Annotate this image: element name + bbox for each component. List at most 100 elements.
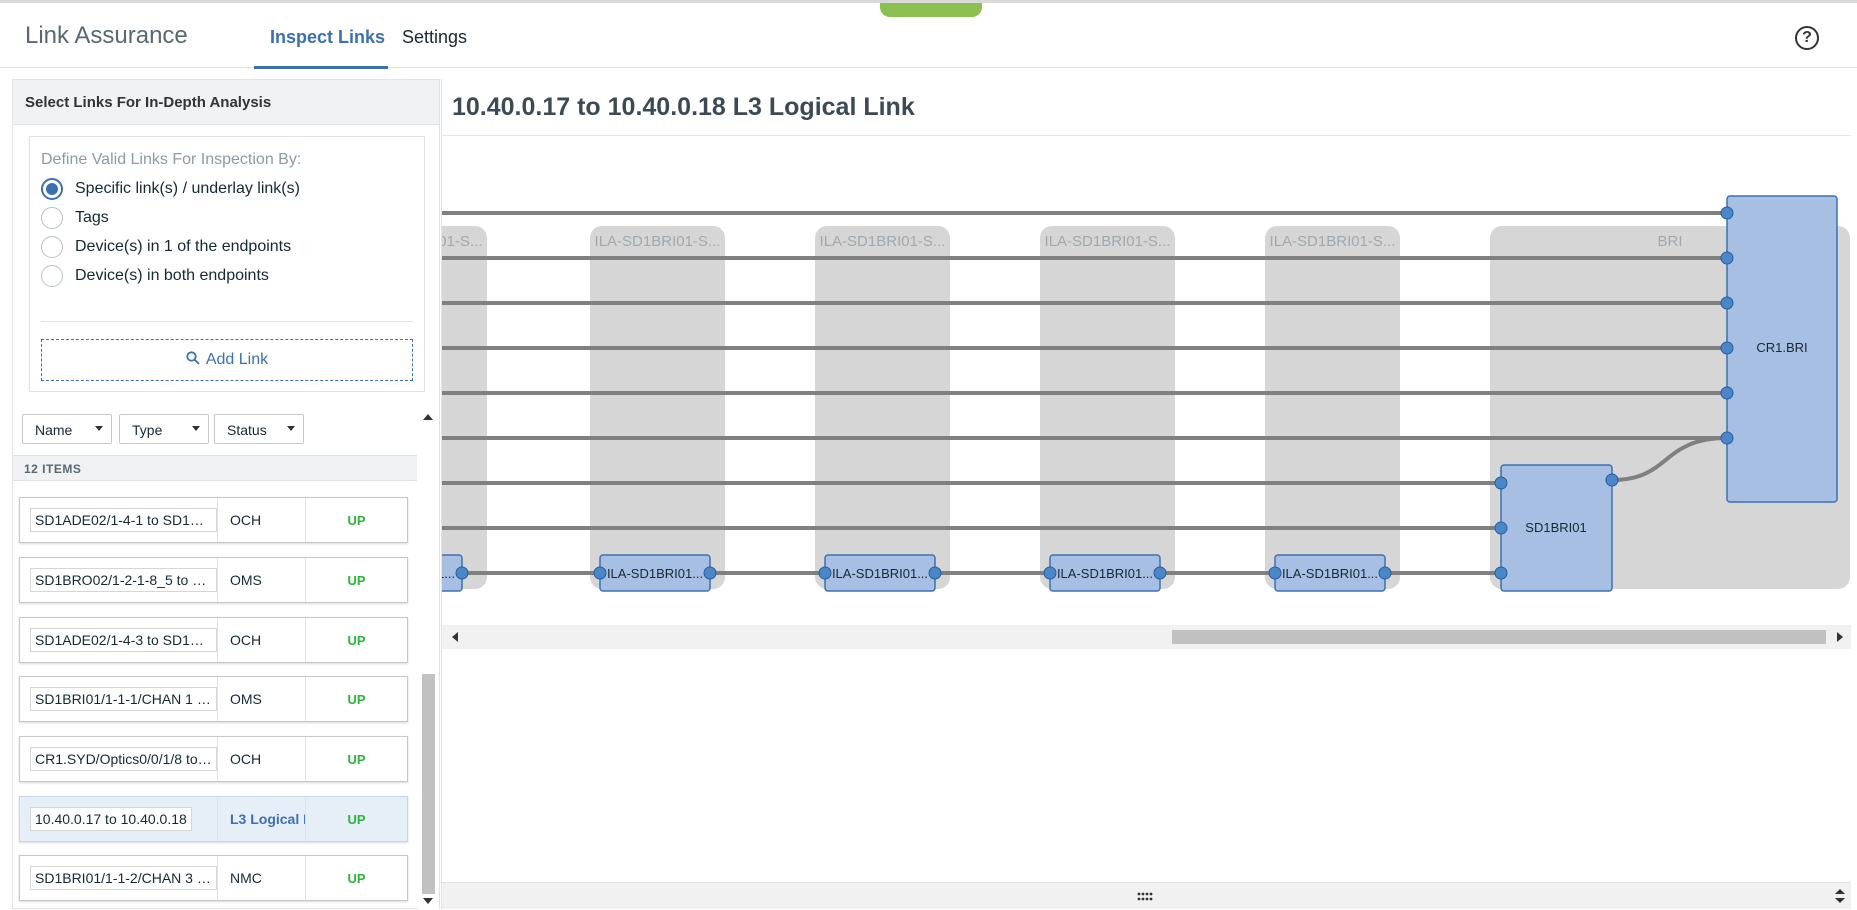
scrollbar-thumb[interactable] xyxy=(1172,630,1826,644)
filter-label: Status xyxy=(227,422,267,438)
list-item[interactable]: SD1BRI01/1-1-1/CHAN 1 (1530.33) OMS UP xyxy=(19,676,408,722)
graph-horizontal-scrollbar[interactable] xyxy=(442,625,1851,649)
status-badge: UP xyxy=(347,691,366,707)
radio-button[interactable] xyxy=(41,265,63,287)
add-link-label: Add Link xyxy=(205,351,269,368)
port-dot[interactable] xyxy=(1494,566,1508,580)
port-dot[interactable] xyxy=(928,566,942,580)
radio-devices-both-endpoints[interactable]: Device(s) in both endpoints xyxy=(41,264,269,288)
scroll-up-icon[interactable] xyxy=(423,414,433,420)
port-dot[interactable] xyxy=(1378,566,1392,580)
link-name: 10.40.0.17 to 10.40.0.18 xyxy=(30,807,192,831)
topology-graph[interactable]: ILA-SD1BRI01-S... ILA-SD1BRI01-S... ILA-SD… xyxy=(442,146,1851,674)
port-dot[interactable] xyxy=(455,566,469,580)
list-scrollbar[interactable] xyxy=(418,406,439,910)
node-label: ILA-SD1BRI01... xyxy=(1057,566,1153,581)
filter-type-dropdown[interactable]: Type xyxy=(119,414,209,444)
group-label: ILA-SD1BRI01-S... xyxy=(442,233,482,250)
group-label: BRI xyxy=(1657,233,1682,250)
search-icon xyxy=(186,351,200,369)
list-item[interactable]: CR1.SYD/Optics0/0/1/8 to CR1.BRI/Optics0… xyxy=(19,736,408,782)
radio-button[interactable] xyxy=(41,236,63,258)
filter-name-dropdown[interactable]: Name xyxy=(22,414,112,444)
status-indicator[interactable] xyxy=(880,3,982,17)
port-dot[interactable] xyxy=(1720,386,1734,400)
node-label: ILA-SD1BRI01... xyxy=(1282,566,1378,581)
resize-bar xyxy=(442,882,1851,909)
scroll-right-icon[interactable] xyxy=(1837,632,1843,642)
status-badge: UP xyxy=(347,572,366,588)
list-item[interactable]: SD1ADE02/1-4-1 to SD1PER01/1-4-1 OCH UP xyxy=(19,497,408,543)
drag-handle-icon[interactable] xyxy=(1137,889,1153,905)
port-dot[interactable] xyxy=(1720,296,1734,310)
link-list: SD1ADE02/1-4-1 to SD1PER01/1-4-1 OCH UP … xyxy=(13,482,417,910)
status-badge: UP xyxy=(347,751,366,767)
port-dot[interactable] xyxy=(1720,431,1734,445)
port-dot[interactable] xyxy=(1494,476,1508,490)
port-dot[interactable] xyxy=(703,566,717,580)
radio-specific-links[interactable]: Specific link(s) / underlay link(s) xyxy=(41,177,300,201)
radio-button[interactable] xyxy=(41,178,63,200)
tab-inspect-links[interactable]: Inspect Links xyxy=(270,27,385,48)
link-name: SD1BRO02/1-2-1-8_5 to SD1BRI01/1-2-1-8_5 xyxy=(30,568,217,592)
list-item[interactable]: SD1BRO02/1-2-1-8_5 to SD1BRI01/1-2-1-8_5… xyxy=(19,557,408,603)
link-name: SD1ADE02/1-4-1 to SD1PER01/1-4-1 xyxy=(30,508,217,532)
radio-devices-one-endpoint[interactable]: Device(s) in 1 of the endpoints xyxy=(41,235,291,259)
app-title: Link Assurance xyxy=(25,22,188,49)
port-dot[interactable] xyxy=(1720,341,1734,355)
group-label: ILA-SD1BRI01-S... xyxy=(820,233,946,250)
link-name: CR1.SYD/Optics0/0/1/8 to CR1.BRI/Optics0… xyxy=(30,747,217,771)
app-header: Link Assurance Inspect Links Settings ? xyxy=(0,0,1857,69)
link-type: OCH xyxy=(218,498,306,542)
node-label: ILA-SD1BRI01... xyxy=(832,566,928,581)
radio-label: Specific link(s) / underlay link(s) xyxy=(75,180,300,197)
node-label: ILA-SD1BRI01... xyxy=(607,566,703,581)
radio-label: Tags xyxy=(75,209,109,226)
item-count: 12 ITEMS xyxy=(13,455,417,481)
link-type: OCH xyxy=(218,618,306,662)
port-dot[interactable] xyxy=(1605,473,1619,487)
group-column xyxy=(1265,226,1400,589)
filter-label: Type xyxy=(132,422,163,438)
port-dot[interactable] xyxy=(1720,251,1734,265)
radio-button[interactable] xyxy=(41,207,63,229)
link-name: SD1BRI01/1-1-1/CHAN 1 (1530.33) xyxy=(30,687,217,711)
tab-settings[interactable]: Settings xyxy=(402,27,467,48)
status-badge: UP xyxy=(347,632,366,648)
group-column xyxy=(442,226,487,589)
link-type[interactable]: L3 Logical Link xyxy=(218,797,306,841)
radio-tags[interactable]: Tags xyxy=(41,206,109,230)
port-dot[interactable] xyxy=(1494,521,1508,535)
panel-title: Select Links For In-Depth Analysis xyxy=(13,80,439,125)
port-dot[interactable] xyxy=(1268,566,1282,580)
link-type: OMS xyxy=(218,558,306,602)
port-dot[interactable] xyxy=(1043,566,1057,580)
link-selection-panel: Select Links For In-Depth Analysis Defin… xyxy=(12,79,440,910)
node-label: SD1BRI01 xyxy=(1525,520,1586,535)
port-dot[interactable] xyxy=(1720,206,1734,220)
link-name: SD1BRI01/1-1-2/CHAN 3 (1531.12) xyxy=(30,866,217,890)
help-icon[interactable]: ? xyxy=(1795,26,1819,50)
list-item-selected[interactable]: 10.40.0.17 to 10.40.0.18 L3 Logical Link… xyxy=(19,796,408,842)
chevron-down-icon xyxy=(192,426,200,431)
node-label: CR1.BRI xyxy=(1756,340,1807,355)
scroll-down-icon[interactable] xyxy=(423,898,433,904)
port-dot[interactable] xyxy=(818,566,832,580)
link-definition-box: Define Valid Links For Inspection By: Sp… xyxy=(29,136,425,392)
scroll-arrows-icon[interactable] xyxy=(1834,887,1846,905)
link-type: NMC xyxy=(218,856,306,900)
filter-status-dropdown[interactable]: Status xyxy=(214,414,304,444)
port-dot[interactable] xyxy=(593,566,607,580)
scrollbar-thumb[interactable] xyxy=(422,674,435,894)
status-badge: UP xyxy=(347,811,366,827)
port-dot[interactable] xyxy=(1153,566,1167,580)
scroll-left-icon[interactable] xyxy=(452,632,458,642)
list-item[interactable]: SD1ADE02/1-4-3 to SD1PER01/1-4-3 OCH UP xyxy=(19,617,408,663)
node-label: ILA-SD1BRI01... xyxy=(442,566,455,581)
add-link-button[interactable]: Add Link xyxy=(41,339,413,381)
filter-label: Name xyxy=(35,422,73,438)
divider xyxy=(41,321,413,322)
list-item[interactable]: SD1BRI01/1-1-2/CHAN 3 (1531.12) NMC UP xyxy=(19,855,408,901)
radio-label: Device(s) in both endpoints xyxy=(75,267,269,284)
status-badge: UP xyxy=(347,512,366,528)
